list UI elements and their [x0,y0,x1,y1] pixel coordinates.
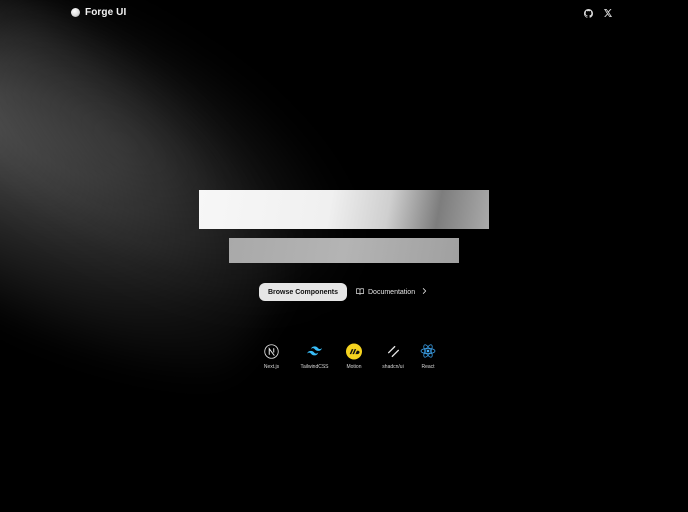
motion-icon [346,343,362,359]
brand-logo-link[interactable]: Forge UI [71,7,126,18]
brand-name: Forge UI [85,7,127,18]
tech-item-shadcn: shadcn/ui [373,343,413,375]
react-icon [420,343,436,359]
tech-item-react: React [413,343,443,375]
tech-label: Next.js [263,364,280,370]
shadcn-icon [385,343,401,359]
tech-label: TailwindCSS [300,364,329,370]
x-twitter-icon[interactable] [603,8,613,18]
hero-subheadline-block [229,238,459,263]
landing-page: Forge UI Browse Components Documentation [0,0,688,512]
spotlight-glow-secondary [0,0,397,370]
tech-label: shadcn/ui [382,364,404,370]
github-icon[interactable] [583,8,593,18]
tech-stack-row: Next.js TailwindCSS Motion shadcn/ui Rea… [255,343,443,375]
chevron-right-icon [422,288,427,296]
documentation-label: Documentation [368,288,416,296]
logo-icon [71,8,80,17]
header-social-links [583,8,613,18]
tailwind-icon [307,343,323,359]
tech-item-nextjs: Next.js [255,343,288,375]
browse-components-button[interactable]: Browse Components [259,283,347,301]
documentation-link[interactable]: Documentation [356,283,427,301]
tech-item-motion: Motion [339,343,369,375]
nextjs-icon [264,343,280,359]
book-icon [356,287,364,297]
tech-item-tailwindcss: TailwindCSS [292,343,337,375]
hero-headline-block [199,190,489,229]
tech-label: React [421,364,435,370]
tech-label: Motion [346,364,362,370]
